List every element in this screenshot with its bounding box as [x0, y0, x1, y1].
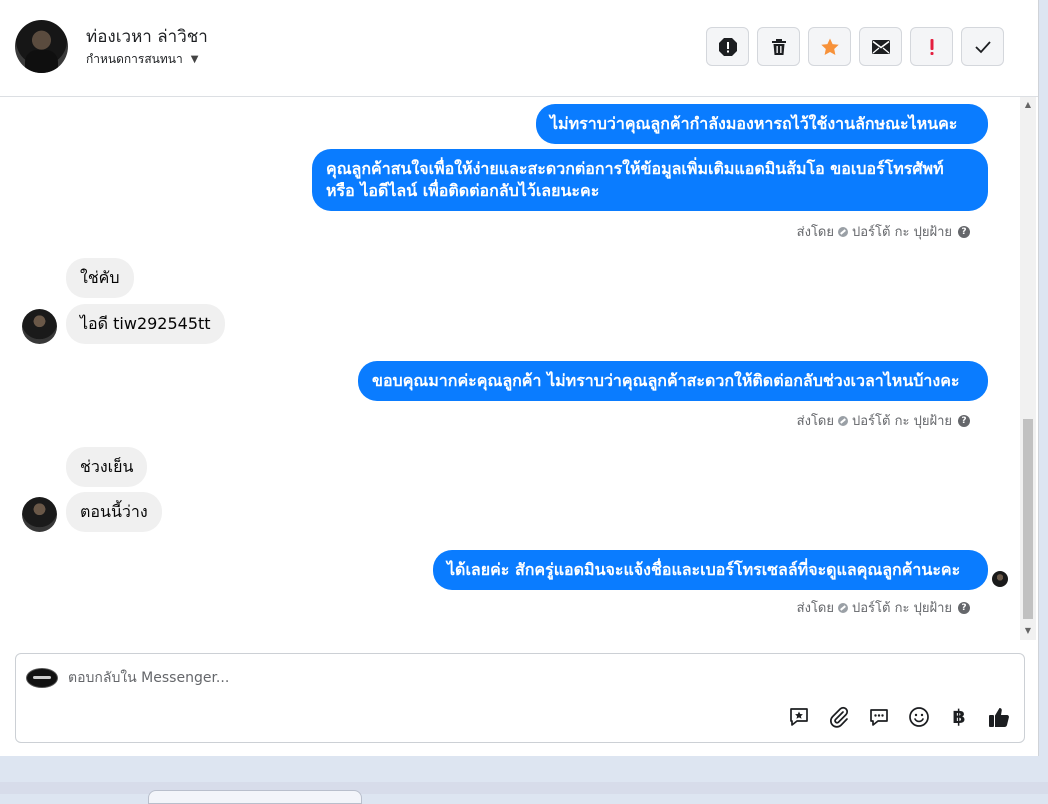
- caret-down-icon: ▼: [190, 54, 199, 65]
- alert-circle-icon: [718, 37, 737, 56]
- outgoing-message: ได้เลยค่ะ สักครู่แอดมินจะแจ้งชื่อและเบอร…: [433, 550, 988, 590]
- saved-reply-icon: [790, 708, 808, 726]
- scroll-up-icon[interactable]: ▲: [1023, 100, 1033, 110]
- help-icon[interactable]: ?: [958, 601, 970, 614]
- like-button[interactable]: [986, 704, 1012, 730]
- emoji-button[interactable]: [906, 704, 932, 730]
- mark-done-button[interactable]: [961, 27, 1004, 66]
- sent-by-info: ส่งโดย ปอร์โต้ กะ ปุยฝ้าย ?: [797, 597, 970, 618]
- star-icon: [820, 38, 839, 55]
- sent-by-info: ส่งโดย ปอร์โต้ กะ ปุยฝ้าย ?: [797, 410, 970, 431]
- incoming-message: ช่วงเย็น: [66, 447, 148, 487]
- seen-avatar: [992, 571, 1008, 587]
- assign-label: กำหนดการสนทนา: [86, 52, 183, 66]
- sent-by-label: ส่งโดย: [796, 414, 834, 429]
- attach-button[interactable]: [826, 704, 852, 730]
- reply-input[interactable]: [68, 668, 968, 688]
- sent-by-label: ส่งโดย: [796, 225, 834, 240]
- message-text: ขอบคุณมากค่ะคุณลูกค้า ไม่ทราบว่าคุณลูกค้…: [372, 371, 960, 390]
- verified-check-icon: [838, 602, 848, 613]
- conversation-panel: ท่องเวหา ล่าวิชา กำหนดการสนทนา ▼ ไม่ทราบ…: [0, 0, 1039, 756]
- help-icon[interactable]: ?: [958, 414, 970, 427]
- mail-icon: [871, 39, 890, 54]
- outgoing-message: ขอบคุณมากค่ะคุณลูกค้า ไม่ทราบว่าคุณลูกค้…: [358, 361, 988, 401]
- message-text: ตอนนี้ว่าง: [80, 502, 148, 521]
- message-text: ใช่คับ: [80, 268, 120, 287]
- trash-icon: [771, 38, 786, 55]
- sender-name: ปอร์โต้ กะ ปุยฝ้าย: [852, 414, 952, 429]
- incoming-message: ไอดี tiw292545tt: [66, 304, 225, 344]
- page-logo-avatar: [26, 668, 58, 688]
- header-actions: [706, 27, 1004, 66]
- follow-up-button[interactable]: [910, 27, 953, 66]
- attachment-icon: [830, 706, 849, 728]
- assign-conversation-dropdown[interactable]: กำหนดการสนทนา ▼: [86, 50, 198, 69]
- chat-bubble-icon: [870, 709, 888, 726]
- thumbs-up-icon: [989, 708, 1009, 727]
- chat-scrollbar[interactable]: ▲ ▼: [1020, 97, 1036, 640]
- help-icon[interactable]: ?: [958, 225, 970, 238]
- message-thread[interactable]: ไม่ทราบว่าคุณลูกค้ากำลังมองหารถไว้ใช้งาน…: [0, 97, 1020, 640]
- delete-button[interactable]: [757, 27, 800, 66]
- message-text: คุณลูกค้าสนใจเพื่อให้ง่ายและสะดวกต่อการใ…: [326, 159, 944, 200]
- payment-button[interactable]: ฿: [946, 704, 972, 730]
- sent-by-info: ส่งโดย ปอร์โต้ กะ ปุยฝ้าย ?: [797, 221, 970, 242]
- chat-tool-button[interactable]: [866, 704, 892, 730]
- scroll-down-icon[interactable]: ▼: [1023, 626, 1033, 636]
- message-text: ไอดี tiw292545tt: [80, 314, 211, 333]
- composer-tools: ฿: [786, 704, 1012, 730]
- message-text: ไม่ทราบว่าคุณลูกค้ากำลังมองหารถไว้ใช้งาน…: [550, 114, 958, 133]
- contact-avatar[interactable]: [15, 20, 68, 73]
- outgoing-message: คุณลูกค้าสนใจเพื่อให้ง่ายและสะดวกต่อการใ…: [312, 149, 988, 211]
- contact-name[interactable]: ท่องเวหา ล่าวิชา: [86, 23, 208, 50]
- emoji-icon: [909, 707, 929, 727]
- message-text: ช่วงเย็น: [80, 457, 134, 476]
- baht-icon: ฿: [952, 706, 966, 728]
- check-icon: [974, 40, 991, 53]
- scrollbar-thumb[interactable]: [1023, 419, 1033, 619]
- report-spam-button[interactable]: [706, 27, 749, 66]
- star-button[interactable]: [808, 27, 851, 66]
- exclamation-icon: [930, 38, 933, 55]
- contact-avatar-small[interactable]: [22, 309, 57, 344]
- mark-unread-button[interactable]: [859, 27, 902, 66]
- verified-check-icon: [838, 415, 848, 426]
- conversation-header: ท่องเวหา ล่าวิชา กำหนดการสนทนา ▼: [0, 0, 1038, 97]
- reply-composer: ฿: [15, 653, 1025, 743]
- os-taskbar: [0, 782, 1048, 804]
- contact-avatar-small[interactable]: [22, 497, 57, 532]
- message-text: ได้เลยค่ะ สักครู่แอดมินจะแจ้งชื่อและเบอร…: [447, 560, 961, 579]
- outgoing-message: ไม่ทราบว่าคุณลูกค้ากำลังมองหารถไว้ใช้งาน…: [536, 104, 988, 144]
- incoming-message: ใช่คับ: [66, 258, 134, 298]
- sender-name: ปอร์โต้ กะ ปุยฝ้าย: [852, 225, 952, 240]
- incoming-message: ตอนนี้ว่าง: [66, 492, 162, 532]
- taskbar-search-box[interactable]: [148, 790, 362, 804]
- sent-by-label: ส่งโดย: [796, 601, 834, 616]
- verified-check-icon: [838, 226, 848, 237]
- saved-reply-button[interactable]: [786, 704, 812, 730]
- sender-name: ปอร์โต้ กะ ปุยฝ้าย: [852, 601, 952, 616]
